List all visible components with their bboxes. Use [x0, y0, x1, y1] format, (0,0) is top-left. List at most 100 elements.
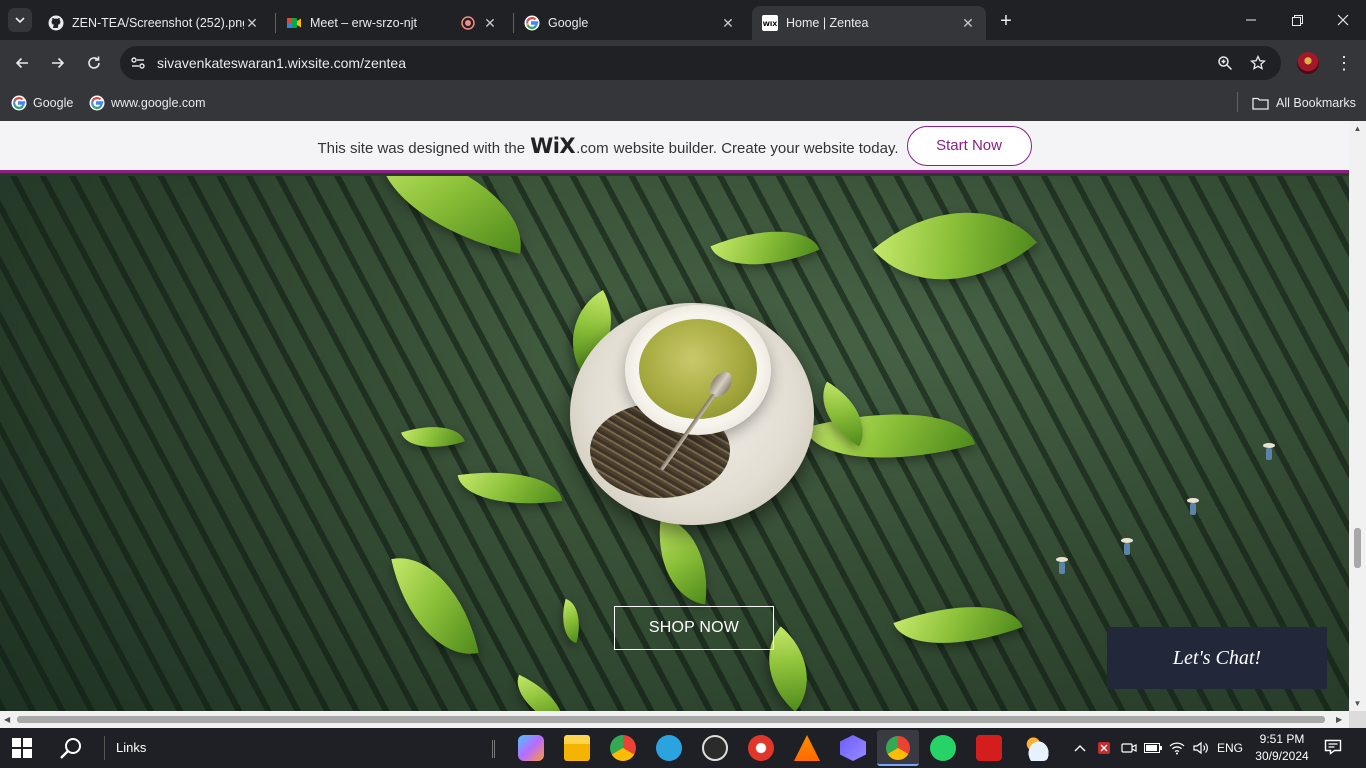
wix-logo-suffix: .com — [576, 139, 609, 157]
lets-chat-button[interactable]: Let's Chat! — [1107, 627, 1327, 689]
tab-github[interactable]: ZEN-TEA/Screenshot (252).png ✕ — [38, 6, 270, 40]
notification-icon[interactable] — [1324, 738, 1342, 756]
tea-cup-image — [570, 303, 814, 525]
back-button[interactable] — [8, 49, 36, 77]
close-icon[interactable]: ✕ — [482, 15, 498, 31]
chevron-up-icon[interactable] — [1072, 738, 1088, 758]
chrome-icon[interactable] — [610, 735, 636, 761]
scrollbar-corner — [1349, 711, 1366, 728]
address-bar[interactable]: sivavenkateswaran1.wixsite.com/zentea — [120, 46, 1281, 80]
arrow-right-icon — [52, 57, 65, 69]
shop-now-button[interactable]: SHOP NOW — [614, 606, 774, 650]
tea-picker-figure — [1187, 498, 1199, 516]
tab-title: Home | Zentea — [786, 16, 869, 30]
tab-title: Google — [548, 16, 589, 30]
windows-taskbar: Links ENG 9:51 PM 30/9/2024 — [0, 728, 1366, 768]
tab-google[interactable]: Google ✕ — [514, 6, 746, 40]
tea-picker-figure — [1056, 557, 1068, 575]
hero-section: SHOP NOW Let's Chat! — [0, 176, 1349, 711]
system-clock[interactable]: 9:51 PM 30/9/2024 — [1244, 731, 1320, 765]
security-tray-icon[interactable] — [1096, 738, 1112, 758]
weather-icon[interactable] — [1023, 735, 1049, 761]
tab-title: Meet – erw-srzo-njt — [310, 16, 417, 30]
camera-tray-icon[interactable] — [1121, 738, 1137, 758]
tab-search-button[interactable] — [8, 8, 32, 32]
reload-icon — [88, 56, 100, 69]
vertical-scrollbar[interactable]: ▲ ▼ — [1349, 121, 1366, 711]
horizontal-scrollbar[interactable]: ◀ ▶ — [0, 711, 1349, 728]
bookmarks-separator — [1237, 92, 1238, 112]
url-text[interactable]: sivavenkateswaran1.wixsite.com/zentea — [157, 55, 406, 71]
telegram-icon[interactable] — [656, 735, 682, 761]
restore-icon — [1291, 14, 1303, 26]
clock-time: 9:51 PM — [1259, 732, 1305, 746]
zoom-icon[interactable] — [1215, 53, 1235, 73]
close-icon[interactable]: ✕ — [720, 15, 736, 31]
more-menu-icon[interactable]: ⋮ — [1334, 52, 1354, 74]
windows-start-icon[interactable] — [12, 738, 32, 758]
volume-icon[interactable] — [1192, 738, 1210, 758]
app-recorder-icon[interactable] — [748, 735, 774, 761]
whatsapp-icon[interactable] — [930, 735, 956, 761]
profile-avatar[interactable] — [1297, 52, 1319, 74]
taskbar-divider — [492, 740, 495, 758]
restore-button[interactable] — [1274, 0, 1320, 40]
new-tab-button[interactable]: + — [994, 9, 1018, 33]
github-icon — [48, 15, 64, 31]
tab-meet[interactable]: Meet – erw-srzo-njt ✕ — [276, 6, 508, 40]
wix-banner-text-after: website builder. Create your website tod… — [613, 139, 899, 157]
reload-button[interactable] — [80, 49, 108, 77]
tea-picker-figure — [1263, 443, 1275, 461]
scroll-right-arrow-icon[interactable]: ▶ — [1336, 715, 1342, 724]
bookmark-google[interactable]: Google — [11, 92, 73, 114]
wix-logo: WiX — [530, 133, 576, 158]
app-prism-icon[interactable] — [840, 735, 866, 761]
all-bookmarks-button[interactable]: All Bookmarks — [1252, 92, 1356, 114]
wix-banner-text: This site was designed with the WiX .com… — [317, 134, 898, 158]
bookmark-star-icon[interactable] — [1248, 53, 1268, 73]
scroll-left-arrow-icon[interactable]: ◀ — [4, 715, 10, 724]
screen: ZEN-TEA/Screenshot (252).png ✕ Meet – er… — [0, 0, 1366, 768]
minimize-icon — [1246, 19, 1256, 21]
battery-icon[interactable] — [1144, 738, 1162, 758]
obs-icon[interactable] — [702, 735, 728, 761]
tab-strip: ZEN-TEA/Screenshot (252).png ✕ Meet – er… — [0, 0, 1366, 40]
svg-text:WIX: WIX — [763, 20, 778, 28]
minimize-button[interactable] — [1228, 0, 1274, 40]
wix-banner-text-before: This site was designed with the — [317, 139, 526, 157]
wix-banner: This site was designed with the WiX .com… — [0, 121, 1349, 173]
google-icon — [524, 15, 540, 31]
links-toolbar[interactable]: Links — [104, 736, 146, 760]
language-indicator[interactable]: ENG — [1214, 738, 1246, 758]
bookmark-label: Google — [33, 96, 74, 110]
scroll-down-arrow-icon[interactable]: ▼ — [1353, 699, 1362, 708]
horizontal-scroll-thumb[interactable] — [17, 716, 1325, 723]
google-icon — [89, 95, 105, 111]
wifi-icon[interactable] — [1168, 738, 1186, 758]
arrow-left-icon — [15, 57, 28, 69]
bookmark-google-com[interactable]: www.google.com — [89, 92, 206, 114]
close-window-button[interactable] — [1320, 0, 1366, 40]
close-icon — [1337, 14, 1349, 26]
acrobat-icon[interactable] — [976, 735, 1002, 761]
copilot-icon[interactable] — [518, 735, 544, 761]
tea-picker-figure — [1121, 538, 1133, 556]
search-icon[interactable] — [58, 736, 84, 762]
bookmarks-bar: Google www.google.com All Bookmarks — [0, 86, 1366, 121]
chrome-active-icon[interactable] — [877, 730, 919, 766]
site-info-icon[interactable] — [128, 53, 148, 73]
close-icon[interactable]: ✕ — [244, 15, 260, 31]
google-meet-icon — [286, 15, 302, 31]
chrome-logo — [886, 736, 910, 760]
start-now-button[interactable]: Start Now — [906, 125, 1032, 166]
bookmark-label: www.google.com — [111, 96, 206, 110]
folder-icon — [1252, 97, 1269, 110]
vertical-scroll-thumb[interactable] — [1354, 528, 1361, 568]
vlc-icon[interactable] — [794, 735, 820, 761]
scroll-up-arrow-icon[interactable]: ▲ — [1353, 124, 1362, 133]
all-bookmarks-label: All Bookmarks — [1276, 96, 1356, 110]
file-explorer-icon[interactable] — [564, 735, 590, 761]
close-icon[interactable]: ✕ — [960, 15, 976, 31]
forward-button[interactable] — [44, 49, 72, 77]
tab-zentea-active[interactable]: WIX Home | Zentea ✕ — [752, 6, 986, 40]
